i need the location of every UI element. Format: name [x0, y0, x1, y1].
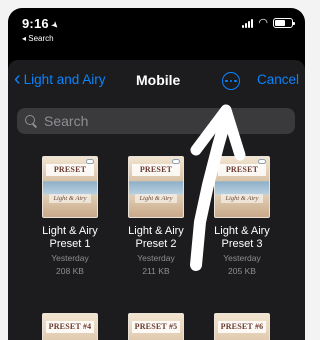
chevron-left-icon: ‹: [14, 67, 21, 90]
navigation-bar: ‹ Light and Airy Mobile Cancel: [8, 60, 305, 100]
thumbnail-banner: PRESET: [46, 164, 94, 176]
location-arrow-icon: ➤: [48, 18, 62, 32]
file-item[interactable]: PRESET Light & Airy Light & Airy Preset 3…: [199, 156, 285, 277]
back-button[interactable]: ‹ Light and Airy: [14, 67, 106, 90]
thumbnail-script: Light & Airy: [135, 194, 177, 203]
file-item[interactable]: PRESET Light & Airy Light & Airy Preset 2…: [113, 156, 199, 277]
file-name: Light & Airy Preset 1: [42, 225, 98, 250]
file-date: Yesterday: [51, 253, 89, 263]
file-date: Yesterday: [223, 253, 261, 263]
status-bar: 9:16➤ ◂ Search ◠: [8, 8, 305, 52]
file-item[interactable]: PRESET #6: [199, 313, 285, 340]
file-name: Light & Airy Preset 3: [214, 225, 270, 250]
search-input[interactable]: Search: [17, 108, 295, 134]
file-size: 205 KB: [228, 266, 256, 276]
status-time: 9:16➤: [22, 16, 62, 32]
back-button-label: Light and Airy: [23, 72, 106, 87]
time-text: 9:16: [22, 16, 49, 31]
file-thumbnail: PRESET Light & Airy: [214, 156, 270, 218]
file-size: 211 KB: [142, 266, 170, 276]
thumbnail-script: Light & Airy: [49, 194, 91, 203]
status-icons: ◠: [242, 17, 295, 29]
file-thumbnail: PRESET #4: [42, 313, 98, 340]
file-thumbnail: PRESET Light & Airy: [42, 156, 98, 218]
cellular-signal-icon: [242, 18, 254, 28]
thumbnail-banner: PRESET #5: [132, 321, 180, 333]
files-sheet: ‹ Light and Airy Mobile Cancel Search PR…: [8, 60, 305, 340]
phone-screen: 9:16➤ ◂ Search ◠ ‹ Light and Airy Mobile…: [8, 8, 305, 340]
file-thumbnail: PRESET #6: [214, 313, 270, 340]
search-placeholder: Search: [44, 113, 89, 129]
thumbnail-banner: PRESET: [218, 164, 266, 176]
file-thumbnail: PRESET #5: [128, 313, 184, 340]
thumbnail-script: Light & Airy: [221, 194, 263, 203]
thumbnail-banner: PRESET #6: [218, 321, 266, 333]
file-item[interactable]: PRESET Light & Airy Light & Airy Preset 1…: [27, 156, 113, 277]
battery-icon: [273, 18, 295, 28]
thumbnail-banner: PRESET: [132, 164, 180, 176]
file-thumbnail: PRESET Light & Airy: [128, 156, 184, 218]
file-size: 208 KB: [56, 266, 84, 276]
page-title: Mobile: [136, 72, 181, 88]
file-item[interactable]: PRESET #5: [113, 313, 199, 340]
back-to-search-link[interactable]: ◂ Search: [22, 34, 54, 43]
file-date: Yesterday: [137, 253, 175, 263]
thumbnail-banner: PRESET #4: [46, 321, 94, 333]
cancel-button[interactable]: Cancel: [257, 72, 299, 87]
ellipsis-circle-icon[interactable]: [222, 72, 240, 90]
magnifier-icon: [25, 115, 37, 127]
file-name: Light & Airy Preset 2: [128, 225, 184, 250]
wifi-icon: ◠: [258, 17, 268, 29]
file-item[interactable]: PRESET #4: [27, 313, 113, 340]
